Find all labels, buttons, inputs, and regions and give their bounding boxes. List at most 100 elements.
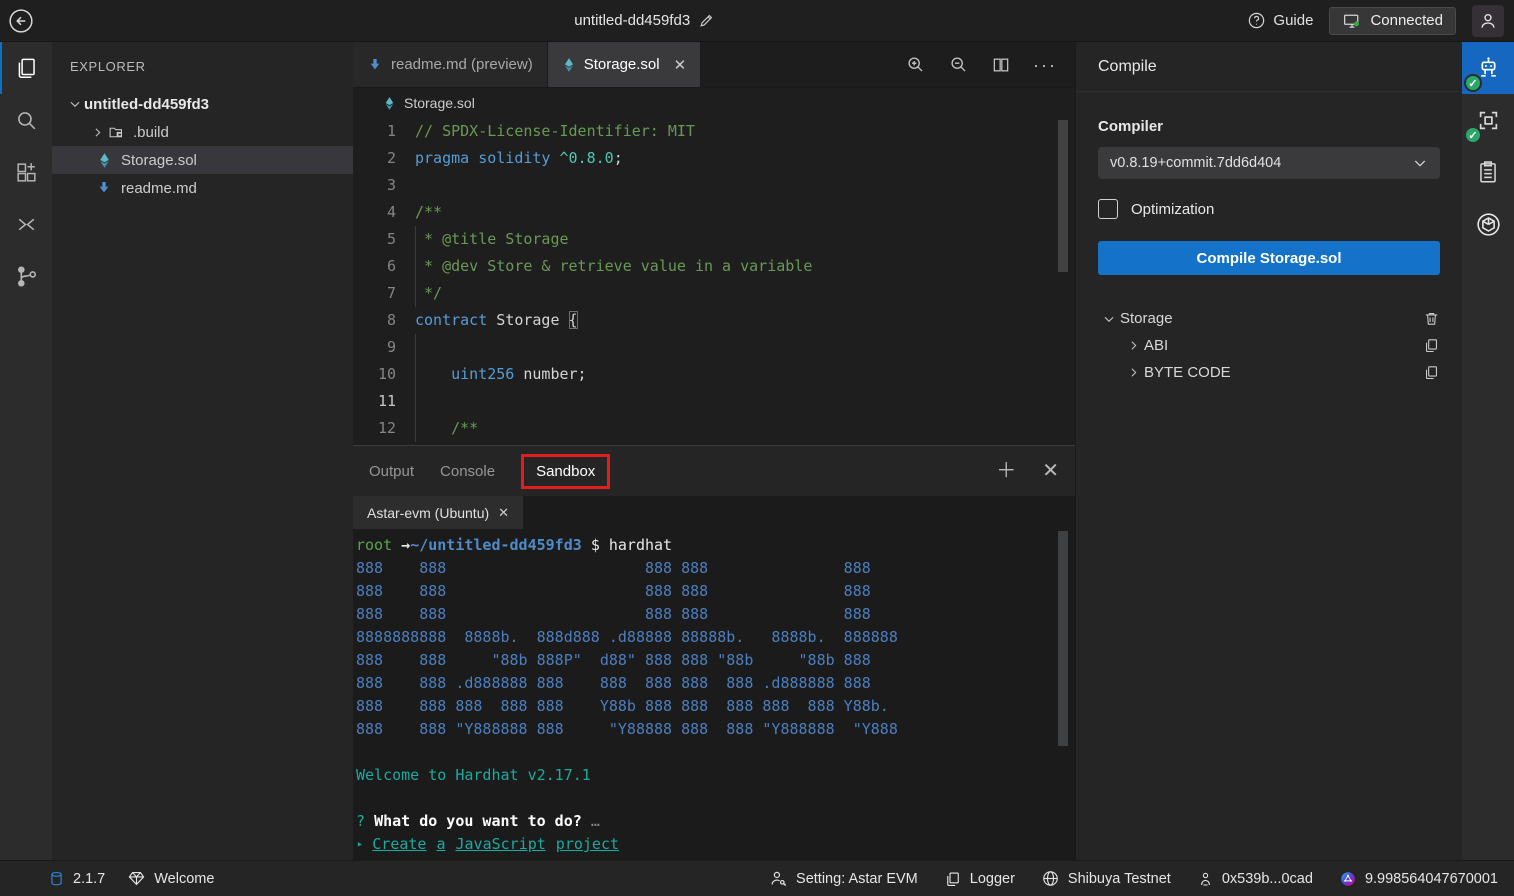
bottom-panel: Output Console Sandbox ＋ ✕ Astar-evm (Ub… bbox=[353, 445, 1075, 860]
tab-label: Storage.sol bbox=[584, 56, 660, 73]
activity-deploy[interactable]: ✓ bbox=[1462, 94, 1514, 146]
compiler-version-value: v0.8.19+commit.7dd6d404 bbox=[1110, 155, 1281, 171]
code-line: 6 * @dev Store & retrieve value in a var… bbox=[353, 253, 1075, 280]
close-panel-icon[interactable]: ✕ bbox=[1042, 461, 1059, 481]
contract-output-abi[interactable]: ABI bbox=[1098, 332, 1440, 359]
wallet-address[interactable]: 0x539b...0cad bbox=[1197, 870, 1313, 888]
guide-label: Guide bbox=[1273, 12, 1313, 29]
network-indicator[interactable]: Shibuya Testnet bbox=[1041, 869, 1171, 888]
activity-source-control[interactable] bbox=[0, 250, 52, 302]
zoom-in-icon[interactable] bbox=[905, 54, 926, 75]
compiled-contract-storage[interactable]: Storage bbox=[1098, 305, 1440, 332]
status-bar: 2.1.7 Welcome Setting: Astar EVM Logg bbox=[0, 860, 1514, 896]
compiler-version-select[interactable]: v0.8.19+commit.7dd6d404 bbox=[1098, 147, 1440, 179]
code-line: 7 */ bbox=[353, 280, 1075, 307]
breadcrumb[interactable]: Storage.sol bbox=[353, 88, 1075, 118]
tree-root-folder[interactable]: untitled-dd459fd3 bbox=[52, 90, 353, 118]
compiler-label: Compiler bbox=[1098, 118, 1440, 135]
tree-file-readme-md[interactable]: readme.md bbox=[52, 174, 353, 202]
code-line: 8contract Storage { bbox=[353, 307, 1075, 334]
code-line: 10 uint256 number; bbox=[353, 361, 1075, 388]
extensions-icon bbox=[14, 160, 39, 185]
balance-indicator[interactable]: 9.998564047670001 bbox=[1339, 870, 1498, 888]
chevron-right-icon bbox=[1122, 366, 1144, 379]
editor-actions: ··· bbox=[905, 42, 1075, 87]
code-line: 11 bbox=[353, 388, 1075, 415]
optimization-option[interactable]: Optimization bbox=[1098, 199, 1440, 219]
setting-label: Setting: Astar EVM bbox=[796, 871, 918, 887]
zoom-out-icon[interactable] bbox=[948, 54, 969, 75]
close-tab-icon[interactable]: ✕ bbox=[674, 56, 687, 74]
editor-area: readme.md (preview) Storage.sol ✕ ··· bbox=[353, 42, 1075, 860]
contract-name-label: Storage bbox=[1120, 310, 1173, 327]
panel-tab-console[interactable]: Console bbox=[440, 463, 495, 480]
tab-label: readme.md (preview) bbox=[391, 56, 533, 73]
panel-tab-sandbox[interactable]: Sandbox bbox=[521, 454, 610, 489]
breadcrumb-label: Storage.sol bbox=[404, 95, 475, 111]
hardhat-welcome-line: Welcome to Hardhat v2.17.1 bbox=[356, 764, 1075, 787]
delete-contract-icon[interactable] bbox=[1423, 310, 1440, 327]
setting-indicator[interactable]: Setting: Astar EVM bbox=[769, 869, 918, 888]
solidity-file-icon bbox=[562, 57, 576, 73]
more-actions-icon[interactable]: ··· bbox=[1033, 60, 1057, 70]
terminal-tab-label: Astar-evm (Ubuntu) bbox=[367, 505, 489, 521]
activity-search[interactable] bbox=[0, 94, 52, 146]
tree-root-label: untitled-dd459fd3 bbox=[84, 96, 209, 113]
edit-title-pencil-icon[interactable] bbox=[698, 12, 715, 29]
left-activity-bar bbox=[0, 42, 52, 860]
activity-interaction[interactable] bbox=[1462, 146, 1514, 198]
logger-pages-icon bbox=[944, 870, 962, 888]
chevron-down-icon bbox=[1098, 312, 1120, 326]
code-line: 1// SPDX-License-Identifier: MIT bbox=[353, 118, 1075, 145]
balance-label: 9.998564047670001 bbox=[1365, 871, 1498, 887]
search-icon bbox=[14, 108, 39, 133]
hardhat-option-words: CreateaJavaScriptproject bbox=[372, 835, 629, 853]
right-activity-bar: ✓ ✓ bbox=[1462, 42, 1514, 860]
close-terminal-icon[interactable]: ✕ bbox=[498, 505, 509, 521]
terminal-tab-astar-evm[interactable]: Astar-evm (Ubuntu) ✕ bbox=[353, 496, 523, 529]
guide-button[interactable]: Guide bbox=[1247, 11, 1313, 30]
optimization-checkbox[interactable] bbox=[1098, 199, 1118, 219]
files-icon bbox=[14, 55, 40, 81]
question-circle-icon bbox=[1247, 11, 1266, 30]
tree-file-storage-sol[interactable]: Storage.sol bbox=[52, 146, 353, 174]
tab-storage-sol[interactable]: Storage.sol ✕ bbox=[548, 42, 701, 87]
compile-button[interactable]: Compile Storage.sol bbox=[1098, 241, 1440, 275]
markdown-file-icon bbox=[94, 180, 114, 196]
compile-panel-title: Compile bbox=[1076, 42, 1462, 92]
connected-button[interactable]: Connected bbox=[1329, 7, 1456, 35]
back-button[interactable] bbox=[0, 0, 42, 42]
solidity-file-icon bbox=[383, 96, 396, 111]
code-line: 4/** bbox=[353, 199, 1075, 226]
contract-output-bytecode[interactable]: BYTE CODE bbox=[1098, 359, 1440, 386]
activity-extensions[interactable] bbox=[0, 146, 52, 198]
address-pin-icon bbox=[1197, 870, 1214, 888]
hardhat-option-line[interactable]: ‣ CreateaJavaScriptproject bbox=[356, 833, 1075, 856]
split-editor-icon[interactable] bbox=[991, 55, 1011, 75]
tree-folder-build[interactable]: .build bbox=[52, 118, 353, 146]
user-avatar-icon bbox=[1478, 11, 1498, 31]
activity-compile[interactable]: ✓ bbox=[1462, 42, 1514, 94]
panel-tab-output[interactable]: Output bbox=[369, 463, 414, 480]
copy-bytecode-icon[interactable] bbox=[1423, 364, 1440, 381]
tree-item-label: Storage.sol bbox=[121, 152, 197, 169]
version-indicator[interactable]: 2.1.7 bbox=[48, 870, 105, 888]
welcome-button[interactable]: Welcome bbox=[127, 869, 214, 888]
copy-abi-icon[interactable] bbox=[1423, 337, 1440, 354]
editor-scrollbar[interactable] bbox=[1058, 120, 1068, 272]
code-editor[interactable]: 1// SPDX-License-Identifier: MIT2pragma … bbox=[353, 118, 1075, 445]
avatar-button[interactable] bbox=[1472, 5, 1504, 37]
globe-icon bbox=[1041, 869, 1060, 888]
folder-icon bbox=[106, 124, 126, 141]
activity-ai-assistant[interactable] bbox=[1462, 198, 1514, 250]
logger-button[interactable]: Logger bbox=[944, 870, 1015, 888]
terminal-prompt-line: root →~/untitled-dd459fd3 $ hardhat bbox=[356, 534, 1075, 557]
add-terminal-icon[interactable]: ＋ bbox=[996, 461, 1016, 481]
terminal[interactable]: root →~/untitled-dd459fd3 $ hardhat 888 … bbox=[353, 529, 1075, 861]
activity-explorer[interactable] bbox=[0, 42, 52, 94]
tree-item-label: readme.md bbox=[121, 180, 197, 197]
tab-readme-md[interactable]: readme.md (preview) bbox=[353, 42, 548, 87]
activity-collapse[interactable] bbox=[0, 198, 52, 250]
database-icon bbox=[48, 870, 65, 888]
terminal-scrollbar[interactable] bbox=[1058, 531, 1068, 746]
